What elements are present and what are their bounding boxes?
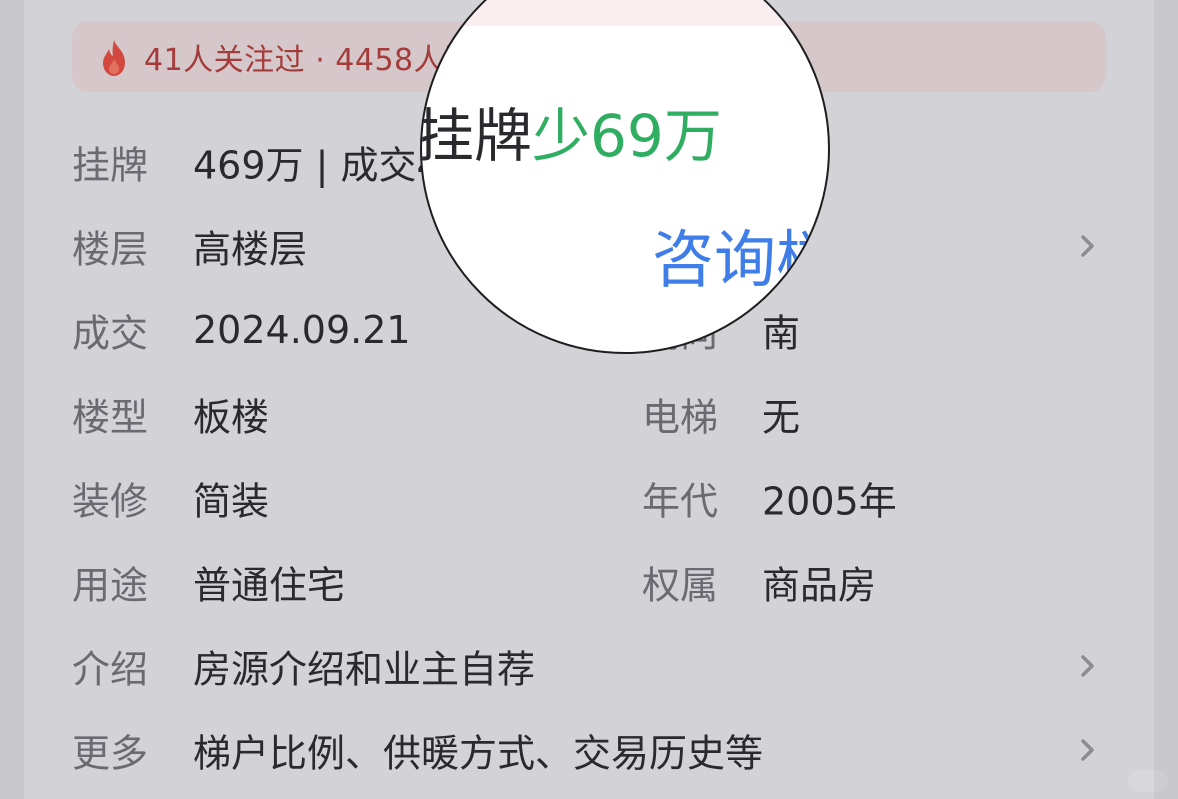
- row-label-ownership: 权属: [642, 563, 719, 608]
- row-decoration: 装修 简装 年代 2005年: [0, 468, 1178, 528]
- row-value: 简装: [193, 479, 270, 524]
- row-label: 楼型: [72, 395, 149, 440]
- magnifier-top-band: [422, 0, 828, 26]
- row-value: 板楼: [193, 395, 270, 440]
- magnified-price-diff: 挂牌少69万: [420, 89, 722, 173]
- row-more[interactable]: 更多 梯户比例、供暖方式、交易历史等: [0, 720, 1178, 780]
- magnified-label: 挂牌: [420, 102, 533, 170]
- row-building-type: 楼型 板楼 电梯 无: [0, 384, 1178, 444]
- row-value: 梯户比例、供暖方式、交易历史等: [193, 731, 764, 776]
- row-label: 成交: [72, 311, 149, 356]
- chevron-right-icon[interactable]: [1078, 736, 1098, 764]
- row-value: 房源介绍和业主自荐: [193, 647, 536, 692]
- row-label: 挂牌: [72, 143, 149, 188]
- chevron-right-icon[interactable]: [1078, 232, 1098, 260]
- row-label: 用途: [72, 563, 149, 608]
- fire-icon: [103, 40, 125, 76]
- row-usage: 用途 普通住宅 权属 商品房: [0, 552, 1178, 612]
- row-value: 2024.09.21: [193, 308, 411, 352]
- row-label: 更多: [72, 731, 149, 776]
- row-label-elevator: 电梯: [642, 395, 719, 440]
- watermark: [1128, 770, 1168, 792]
- row-label: 楼层: [72, 227, 149, 272]
- row-value-year: 2005年: [762, 479, 897, 524]
- price-diff-value: 少69万: [532, 102, 722, 170]
- row-label-year: 年代: [642, 479, 719, 524]
- row-label: 装修: [72, 479, 149, 524]
- row-value-orientation: 南: [762, 311, 801, 356]
- row-value-ownership: 商品房: [762, 563, 877, 608]
- row-value: 高楼层: [193, 227, 308, 272]
- row-value: 普通住宅: [193, 563, 346, 608]
- row-value-elevator: 无: [762, 395, 801, 440]
- row-label: 介绍: [72, 647, 149, 692]
- row-introduction[interactable]: 介绍 房源介绍和业主自荐: [0, 636, 1178, 696]
- chevron-right-icon[interactable]: [1078, 652, 1098, 680]
- consult-link[interactable]: 咨询楼: [652, 209, 828, 299]
